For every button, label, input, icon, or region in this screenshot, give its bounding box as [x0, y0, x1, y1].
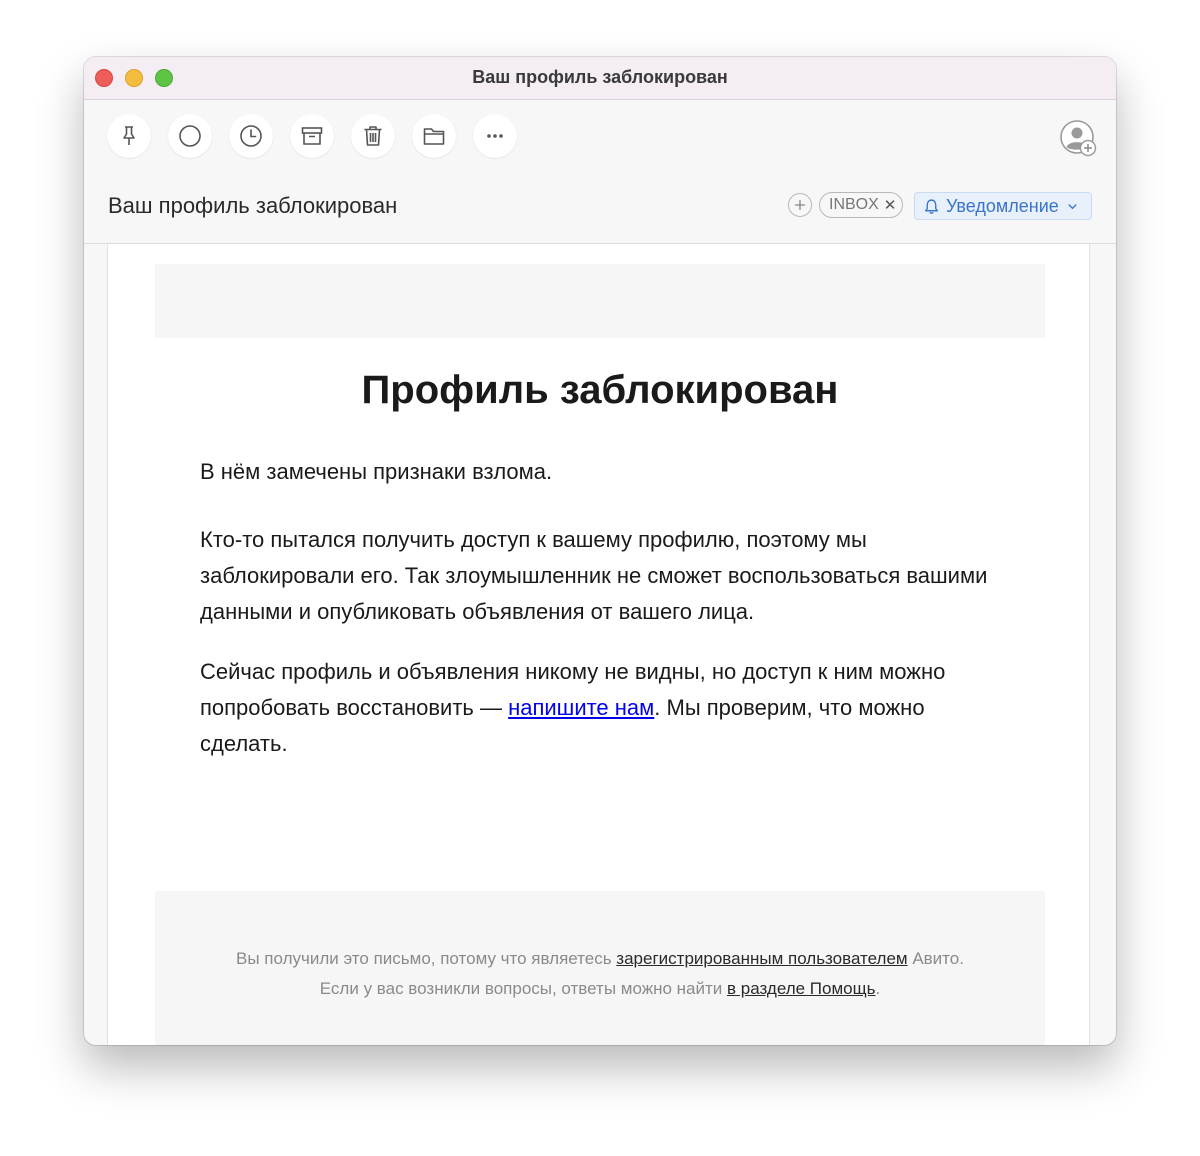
add-tag-button[interactable] [788, 193, 812, 217]
chevron-down-icon [1068, 203, 1077, 209]
email-subject: Ваш профиль заблокирован [108, 193, 398, 218]
subject-bar: Ваш профиль заблокирован INBOX ✕ Уведомл… [84, 181, 1116, 244]
tag-label: INBOX [829, 196, 879, 213]
pin-button[interactable] [107, 114, 151, 158]
add-contact-icon [1060, 120, 1097, 157]
archive-button[interactable] [290, 114, 334, 158]
snooze-button[interactable] [229, 114, 273, 158]
email-body: В нём замечены признаки взлома. Кто-то п… [200, 454, 1000, 762]
pin-icon [123, 126, 135, 145]
ellipsis-icon [487, 134, 503, 138]
plus-icon [795, 200, 805, 210]
mark-unread-button[interactable] [168, 114, 212, 158]
help-section-link[interactable]: в разделе Помощь [727, 979, 875, 998]
category-label: Уведомление [946, 195, 1059, 216]
delete-button[interactable] [351, 114, 395, 158]
move-to-folder-button[interactable] [412, 114, 456, 158]
archive-icon [301, 127, 323, 145]
window-title: Ваш профиль заблокирован [472, 67, 728, 87]
footer-line-1-start: Вы получили это письмо, потому что являе… [236, 949, 617, 968]
category-dropdown[interactable]: Уведомление [914, 192, 1092, 220]
tag-inbox[interactable]: INBOX ✕ [819, 192, 904, 218]
email-content: Профиль заблокирован В нём замечены приз… [108, 244, 1089, 1045]
email-paragraph-3: Сейчас профиль и объявления никому не ви… [200, 654, 1000, 762]
mail-window: Ваш профиль заблокирован Ваш профиль заб… [84, 57, 1116, 1045]
registered-user-link[interactable]: зарегистрированным пользователем [616, 949, 907, 968]
footer-line-2-start: Если у вас возникли вопросы, ответы можн… [319, 979, 727, 998]
email-heading: Профиль заблокирован [361, 368, 839, 412]
email-footer: Вы получили это письмо, потому что являе… [155, 891, 1045, 1045]
circle-icon [179, 125, 201, 147]
email-paragraph-2: Кто-то пытался получить доступ к вашему … [200, 527, 988, 624]
write-to-us-link[interactable]: напишите нам [508, 695, 654, 720]
trash-icon [364, 126, 382, 146]
footer-line-1-end: Авито. [907, 949, 964, 968]
footer-line-2-end: . [875, 979, 881, 998]
clock-icon [240, 125, 262, 147]
remove-tag-icon[interactable]: ✕ [884, 196, 897, 214]
more-actions-button[interactable] [473, 114, 517, 158]
bell-icon [924, 198, 939, 214]
folder-icon [423, 128, 445, 145]
footer-line-2: Если у вас возникли вопросы, ответы можн… [155, 974, 1045, 1004]
email-paragraph-1: В нём замечены признаки взлома. [200, 459, 553, 484]
footer-line-1: Вы получили это письмо, потому что являе… [155, 944, 1045, 974]
email-header-band [155, 264, 1045, 338]
toolbar [84, 100, 1116, 180]
add-contact-button[interactable] [1058, 118, 1098, 158]
title-bar: Ваш профиль заблокирован [84, 57, 1116, 100]
